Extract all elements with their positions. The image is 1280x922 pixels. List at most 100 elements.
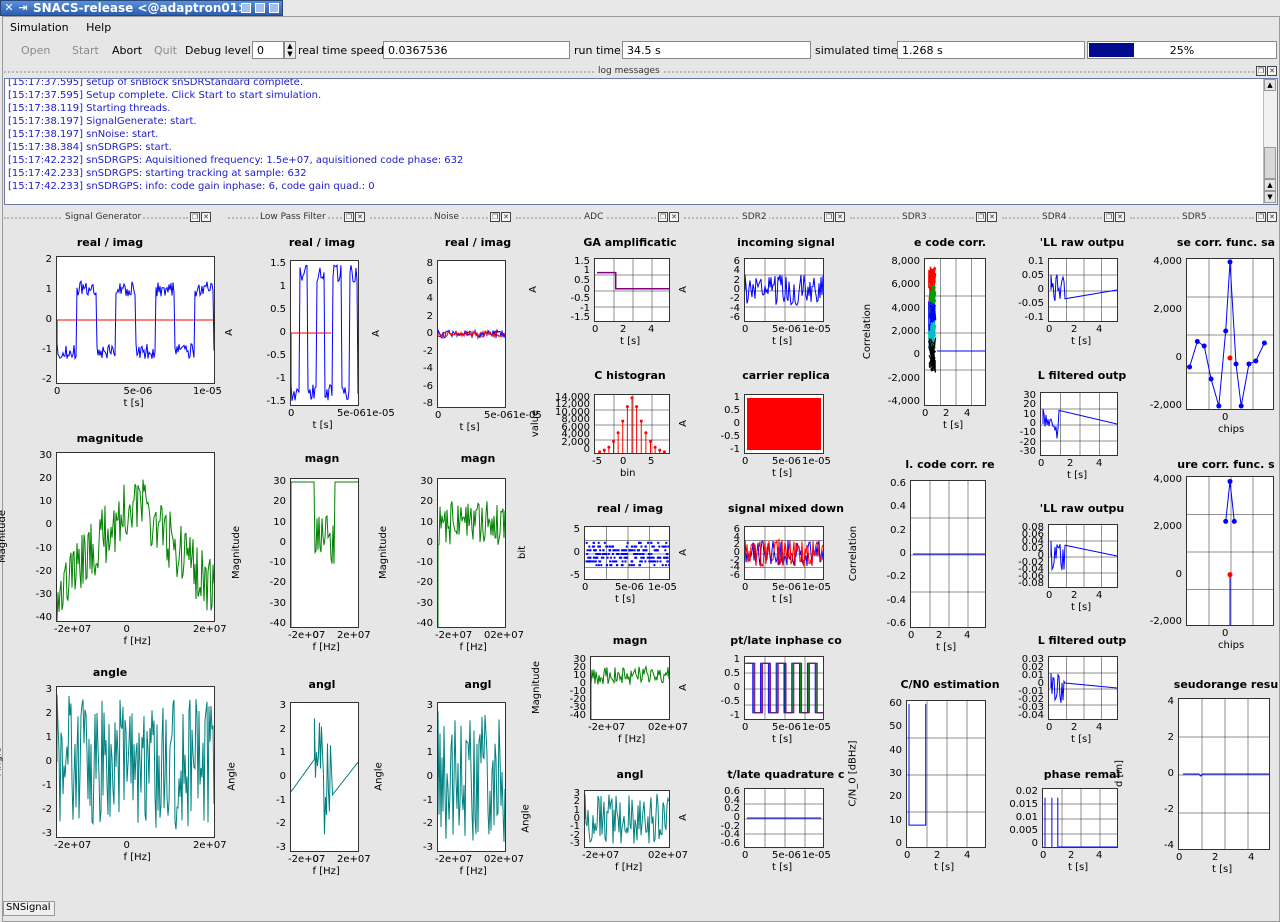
adc1-plot-area[interactable]	[594, 258, 670, 322]
sdr3b-ytick: -0.6	[886, 618, 906, 629]
sdr2d-xlabel: t [s]	[772, 734, 793, 745]
sdr4a-title: 'LL raw outpu	[1039, 236, 1125, 249]
menu-help[interactable]: Help	[79, 18, 118, 37]
no3-plot-area[interactable]	[437, 702, 506, 852]
sdr4a-plot-area[interactable]	[1048, 258, 1118, 322]
close-icon[interactable]: ✕	[501, 212, 511, 222]
run-time-field[interactable]: 34.5 s	[622, 41, 811, 59]
log-scrollbar[interactable]: ▲ ▲ ▼	[1263, 79, 1277, 204]
lp1-plot-area[interactable]	[290, 260, 359, 406]
close-icon[interactable]: ✕	[835, 212, 845, 222]
close-icon[interactable]: ✕	[1267, 212, 1277, 222]
scroll-thumb[interactable]	[1264, 147, 1276, 179]
adc3-sample-point	[665, 553, 668, 555]
debug-level-input[interactable]: 0	[252, 41, 284, 59]
scroll-up-icon[interactable]: ▲	[1264, 79, 1276, 91]
close-window-icon[interactable]	[269, 3, 279, 13]
adc1-xtick: 0	[592, 324, 599, 335]
window-titlebar[interactable]: ✕ ⇥ SNACS-release <@adaptron01>	[0, 0, 283, 16]
adc5-plot-area[interactable]	[584, 790, 670, 848]
sdr3a-plot-area[interactable]	[924, 258, 986, 406]
sdr4b-plot-area[interactable]	[1040, 392, 1118, 456]
sg3-plot-area[interactable]	[56, 686, 215, 838]
sg2-plot-area[interactable]	[56, 452, 215, 622]
sdr4e-xlabel: t [s]	[1068, 862, 1089, 873]
sdr5a-ytick: 4,000	[1153, 256, 1182, 267]
dock-header: Low Pass Filter ❐ ✕	[228, 212, 366, 224]
adc3-sample-point	[633, 549, 636, 552]
debug-level-stepper[interactable]: ▲ ▼	[284, 41, 296, 59]
adc2-plot-area[interactable]	[594, 394, 670, 454]
float-icon[interactable]: ❐	[1256, 212, 1266, 222]
scroll-down-icon[interactable]: ▼	[1264, 191, 1276, 203]
float-icon[interactable]: ❐	[824, 212, 834, 222]
no2-plot-area[interactable]	[437, 478, 506, 628]
close-icon[interactable]: ✕	[1267, 66, 1277, 76]
close-icon[interactable]: ✕	[1115, 212, 1125, 222]
no1-ytick: 2	[426, 310, 433, 322]
window-menu-icon[interactable]: ✕	[3, 2, 15, 14]
sg3-ytick: -1	[42, 780, 52, 791]
maximize-icon[interactable]	[255, 3, 265, 13]
adc3-sample-point	[586, 560, 589, 563]
sdr5a-plot-area[interactable]	[1186, 258, 1274, 410]
lp3-plot-area[interactable]	[290, 702, 359, 852]
close-icon[interactable]: ✕	[987, 212, 997, 222]
float-icon[interactable]: ❐	[976, 212, 986, 222]
sdr5b-plot-area[interactable]	[1186, 476, 1274, 626]
sdr5c-plot-area[interactable]	[1178, 698, 1270, 850]
sg1-plot-area[interactable]	[56, 256, 215, 384]
no1-plot-area[interactable]	[437, 260, 506, 408]
scroll-up-icon[interactable]: ▲	[1264, 179, 1276, 191]
sdr3c-ytick: 20	[889, 791, 902, 803]
sdr2b-graph	[747, 398, 821, 450]
sdr3c-cn0-trace	[908, 703, 927, 826]
float-icon[interactable]: ❐	[1256, 66, 1266, 76]
abort-button[interactable]: Abort	[112, 44, 142, 57]
sdr2c-plot-area[interactable]	[744, 526, 824, 580]
lp2-plot-area[interactable]	[290, 478, 359, 628]
quit-button[interactable]: Quit	[154, 44, 177, 57]
sdr3c-ytick: 60	[889, 698, 902, 709]
sdr2d-plot-area[interactable]	[744, 656, 824, 720]
sdr4e-plot-area[interactable]	[1042, 788, 1118, 848]
sdr2e-ylabel: A	[677, 814, 689, 821]
no2-ytick: 20	[420, 496, 433, 508]
sg3-ytick: 3	[45, 684, 52, 695]
minimize-icon[interactable]	[241, 3, 251, 13]
close-icon[interactable]: ✕	[201, 212, 211, 222]
sdr3c-ytick: 30	[889, 768, 902, 779]
log-messages[interactable]: [15:17:37.595] setup of snBlock snSDRSta…	[4, 78, 1278, 205]
float-icon[interactable]: ❐	[190, 212, 200, 222]
sdr2b-ytick: 0	[733, 418, 740, 429]
sdr2d-xtick: 5e-06	[772, 722, 801, 733]
close-icon[interactable]: ✕	[669, 212, 679, 222]
simulated-time-label: simulated time:	[815, 44, 902, 57]
float-icon[interactable]: ❐	[1104, 212, 1114, 222]
sdr4e-title: phase remai	[1043, 768, 1121, 781]
sdr3c-plot-area[interactable]	[906, 700, 986, 848]
menu-simulation[interactable]: Simulation	[3, 18, 76, 37]
close-icon[interactable]: ✕	[355, 212, 365, 222]
float-icon[interactable]: ❐	[344, 212, 354, 222]
simulated-time-field[interactable]: 1.268 s	[897, 41, 1085, 59]
start-button[interactable]: Start	[72, 44, 99, 57]
adc3-sample-point	[594, 549, 597, 552]
sdr2e-plot-area[interactable]	[744, 788, 824, 848]
float-icon[interactable]: ❐	[490, 212, 500, 222]
open-button[interactable]: Open	[21, 44, 50, 57]
adc4-plot-area[interactable]	[590, 656, 670, 720]
no1-ytick: 4	[426, 293, 433, 304]
sdr5a-correlation-point	[1216, 403, 1222, 409]
sdr4d-plot-area[interactable]	[1048, 656, 1118, 720]
adc3-xlabel: t [s]	[615, 594, 636, 605]
sdr2a-plot-area[interactable]	[744, 258, 824, 322]
adc3-plot-area[interactable]	[584, 526, 670, 580]
run-time-label: run time:	[574, 44, 625, 57]
sdr2b-plot-area[interactable]	[744, 394, 824, 454]
sdr5c-title: seudorange resu	[1173, 678, 1279, 691]
real-time-speed-field[interactable]: 0.0367536	[383, 41, 570, 59]
sdr3b-plot-area[interactable]	[910, 480, 986, 628]
float-icon[interactable]: ❐	[658, 212, 668, 222]
sdr4c-plot-area[interactable]	[1048, 524, 1118, 588]
